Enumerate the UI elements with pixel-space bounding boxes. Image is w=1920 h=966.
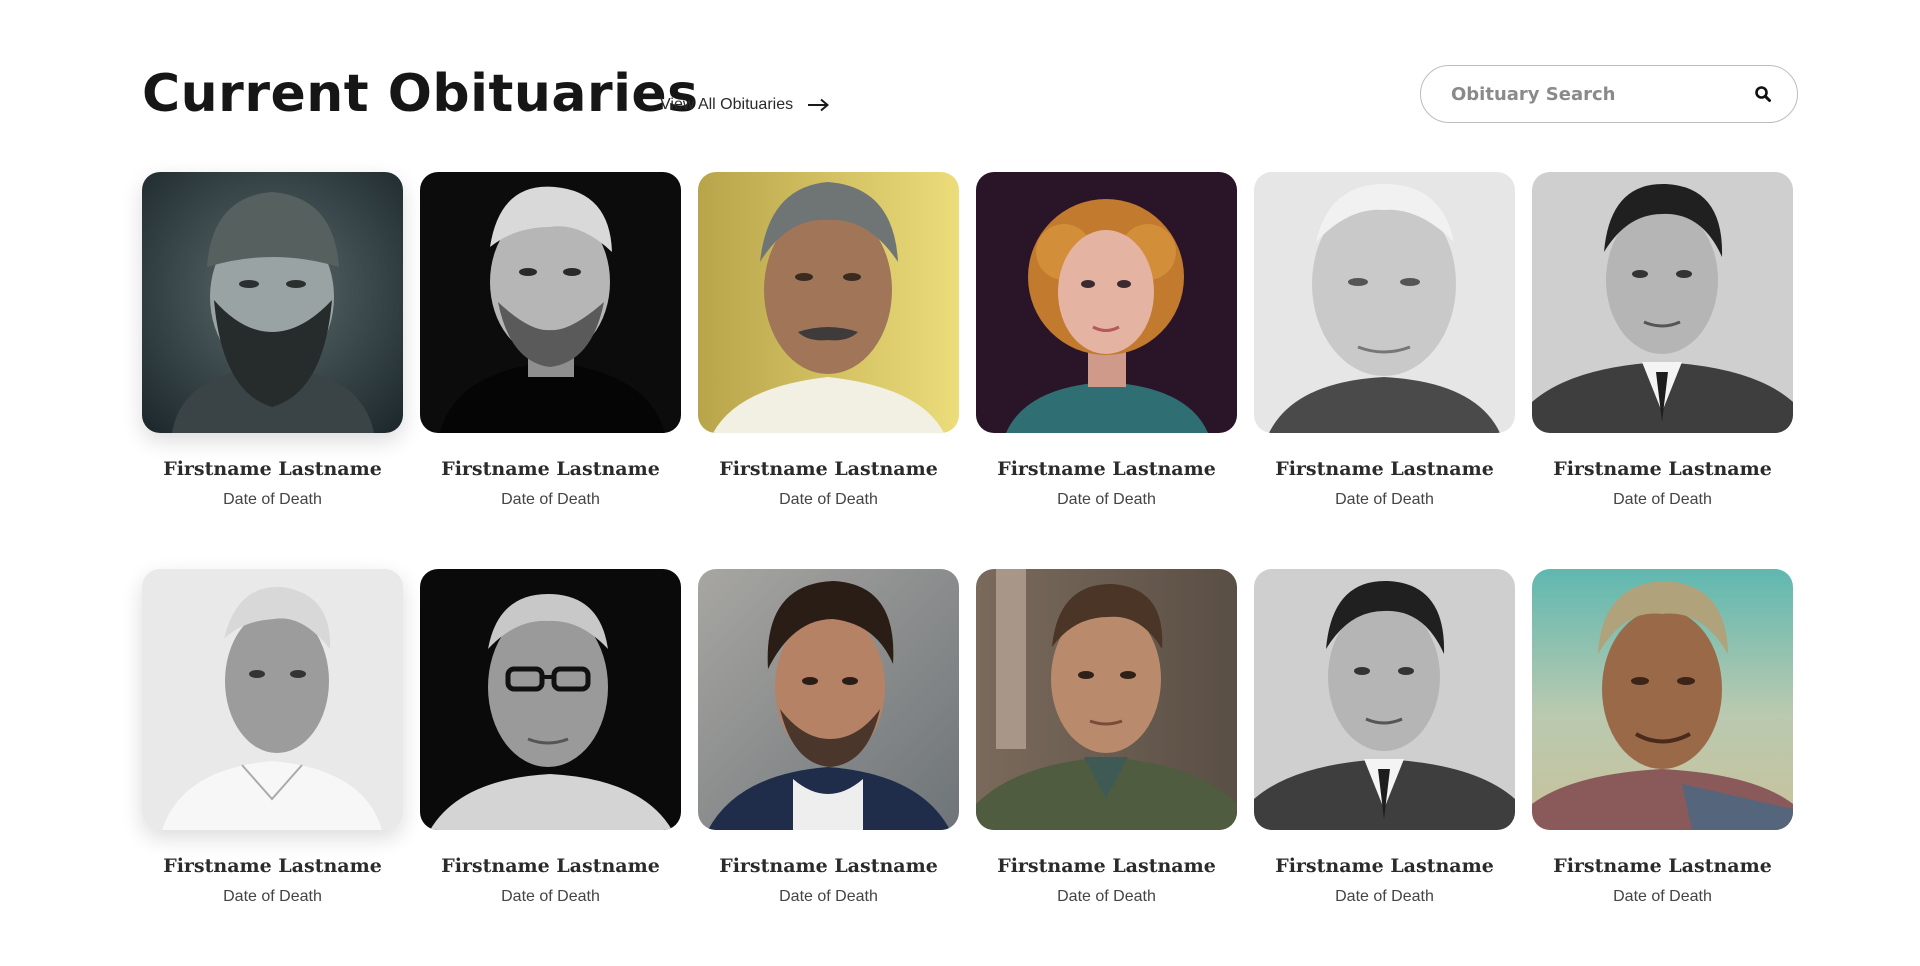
obituary-date: Date of Death: [1335, 888, 1434, 905]
obituary-name[interactable]: Firstname Lastname: [1254, 457, 1515, 481]
obituary-card[interactable]: Firstname Lastname Date of Death: [698, 569, 959, 907]
obituary-card[interactable]: Firstname Lastname Date of Death: [1254, 172, 1515, 510]
obituary-date: Date of Death: [501, 888, 600, 905]
view-all-label: View All Obituaries: [660, 96, 794, 113]
obituary-name[interactable]: Firstname Lastname: [976, 457, 1237, 481]
obituary-date: Date of Death: [501, 491, 600, 508]
page-header: Current Obituaries View All Obituaries: [142, 62, 1798, 126]
search-icon[interactable]: [1753, 84, 1773, 104]
obituary-name[interactable]: Firstname Lastname: [142, 457, 403, 481]
obituary-date: Date of Death: [1335, 491, 1434, 508]
obituary-name[interactable]: Firstname Lastname: [1254, 854, 1515, 878]
obituary-photo[interactable]: [976, 569, 1237, 830]
obituary-card[interactable]: Firstname Lastname Date of Death: [142, 569, 403, 907]
obituary-date: Date of Death: [1613, 491, 1712, 508]
obituary-name[interactable]: Firstname Lastname: [420, 457, 681, 481]
obituary-card[interactable]: Firstname Lastname Date of Death: [1532, 569, 1793, 907]
obituary-card[interactable]: Firstname Lastname Date of Death: [420, 569, 681, 907]
obituary-photo[interactable]: [142, 569, 403, 830]
obituary-name[interactable]: Firstname Lastname: [1532, 457, 1793, 481]
obituary-date: Date of Death: [779, 888, 878, 905]
obituary-photo[interactable]: [976, 172, 1237, 433]
page-title: Current Obituaries: [142, 64, 699, 124]
obituary-card[interactable]: Firstname Lastname Date of Death: [1254, 569, 1515, 907]
obituary-card[interactable]: Firstname Lastname Date of Death: [976, 172, 1237, 510]
obituary-photo[interactable]: [1254, 569, 1515, 830]
obituary-card[interactable]: Firstname Lastname Date of Death: [976, 569, 1237, 907]
obituary-date: Date of Death: [223, 888, 322, 905]
obituary-date: Date of Death: [223, 491, 322, 508]
obituary-date: Date of Death: [1057, 491, 1156, 508]
obituary-date: Date of Death: [779, 491, 878, 508]
obituary-photo[interactable]: [142, 172, 403, 433]
obituary-date: Date of Death: [1057, 888, 1156, 905]
obituary-card[interactable]: Firstname Lastname Date of Death: [698, 172, 959, 510]
obituary-name[interactable]: Firstname Lastname: [698, 457, 959, 481]
obituary-date: Date of Death: [1613, 888, 1712, 905]
obituary-name[interactable]: Firstname Lastname: [698, 854, 959, 878]
obituary-name[interactable]: Firstname Lastname: [142, 854, 403, 878]
obituary-photo[interactable]: [1532, 172, 1793, 433]
obituaries-page: Current Obituaries View All Obituaries O…: [0, 0, 1920, 966]
obituary-photo[interactable]: [1254, 172, 1515, 433]
obituary-name[interactable]: Firstname Lastname: [1532, 854, 1793, 878]
obituary-photo[interactable]: [698, 172, 959, 433]
arrow-right-icon: [807, 98, 830, 112]
view-all-obituaries-link[interactable]: View All Obituaries: [660, 96, 830, 114]
obituary-name[interactable]: Firstname Lastname: [976, 854, 1237, 878]
search-input[interactable]: [1451, 83, 1753, 105]
obituary-photo[interactable]: [420, 172, 681, 433]
obituary-card[interactable]: Firstname Lastname Date of Death: [142, 172, 403, 510]
obituary-card[interactable]: Firstname Lastname Date of Death: [420, 172, 681, 510]
obituary-photo[interactable]: [420, 569, 681, 830]
obituary-search-box: [1420, 65, 1798, 123]
obituary-card[interactable]: Firstname Lastname Date of Death: [1532, 172, 1793, 510]
obituary-photo[interactable]: [1532, 569, 1793, 830]
obituary-name[interactable]: Firstname Lastname: [420, 854, 681, 878]
obituary-photo[interactable]: [698, 569, 959, 830]
obituary-grid: Firstname Lastname Date of Death Firstna…: [142, 172, 1793, 907]
